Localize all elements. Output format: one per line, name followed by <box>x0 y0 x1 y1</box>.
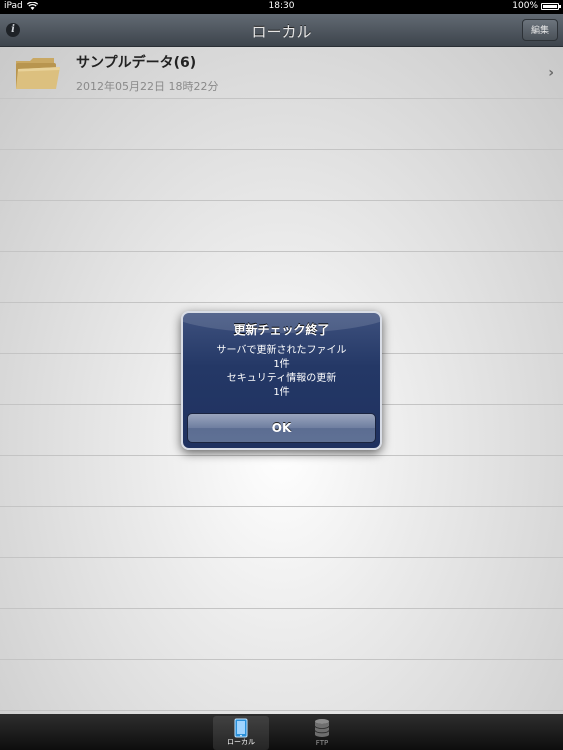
row-divider <box>0 200 563 201</box>
alert-line: セキュリティ情報の更新 <box>226 373 337 384</box>
battery-icon <box>541 2 561 10</box>
tab-label: ローカル <box>227 738 255 746</box>
chevron-right-icon: › <box>548 65 554 81</box>
alert-line: サーバで更新されたファイル <box>216 345 347 356</box>
battery-percent: 100% <box>512 1 538 11</box>
row-divider <box>0 455 563 456</box>
row-divider <box>0 302 563 303</box>
tab-label: FTP <box>315 739 329 747</box>
folder-name: サンプルデータ(6) <box>76 55 197 71</box>
alert-dialog: 更新チェック終了 サーバで更新されたファイル 1件 セキュリティ情報の更新 1件… <box>181 311 382 450</box>
row-divider <box>0 608 563 609</box>
edit-button[interactable]: 編集 <box>522 19 558 41</box>
alert-line: 1件 <box>273 387 290 398</box>
alert-message: サーバで更新されたファイル 1件 セキュリティ情報の更新 1件 <box>183 344 380 400</box>
tab-ftp[interactable]: FTP <box>294 716 350 750</box>
status-right: 100% <box>512 1 561 11</box>
navigation-bar: i ローカル 編集 <box>0 14 563 47</box>
folder-date: 2012年05月22日 18時22分 <box>76 80 219 93</box>
row-divider <box>0 659 563 660</box>
alert-title: 更新チェック終了 <box>233 323 330 337</box>
folder-icon <box>16 58 60 89</box>
row-divider <box>0 98 563 99</box>
tab-bar: ローカル FTP <box>0 714 563 750</box>
alert-line: 1件 <box>273 359 290 370</box>
row-divider <box>0 251 563 252</box>
status-time: 18:30 <box>268 1 295 11</box>
ok-button[interactable]: OK <box>187 413 376 443</box>
row-divider <box>0 149 563 150</box>
ipad-icon <box>234 718 248 738</box>
database-icon <box>314 719 330 737</box>
status-bar: iPad 18:30 100% <box>0 0 563 14</box>
row-divider <box>0 557 563 558</box>
list-item[interactable]: サンプルデータ(6) 2012年05月22日 18時22分 › <box>0 47 563 98</box>
tab-local[interactable]: ローカル <box>213 716 269 750</box>
row-divider <box>0 710 563 711</box>
row-divider <box>0 506 563 507</box>
page-title: ローカル <box>251 23 312 41</box>
